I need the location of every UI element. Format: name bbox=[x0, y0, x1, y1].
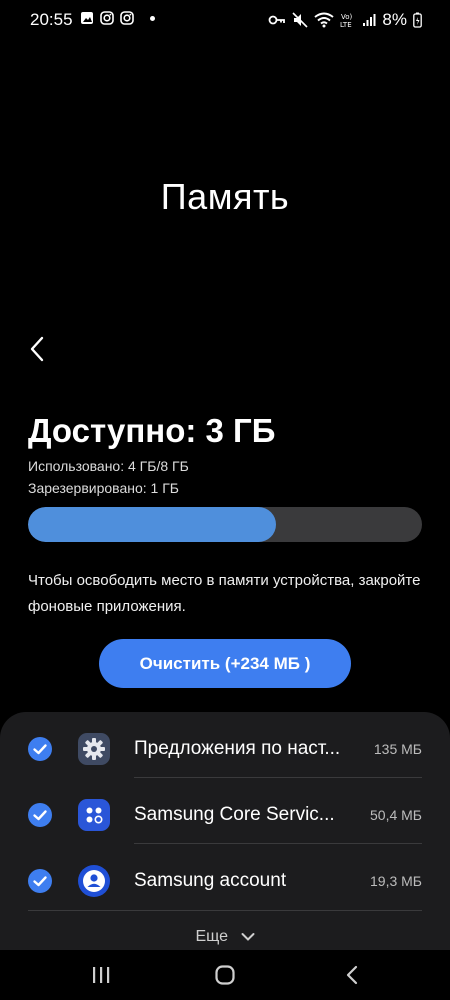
checkbox-checked[interactable] bbox=[28, 869, 52, 893]
battery-icon bbox=[413, 12, 422, 28]
checkbox-checked[interactable] bbox=[28, 803, 52, 827]
used-memory: Использовано: 4 ГБ/8 ГБ bbox=[28, 458, 189, 474]
divider bbox=[28, 910, 422, 911]
app-size: 135 МБ bbox=[373, 741, 422, 757]
system-nav-bar bbox=[0, 950, 450, 1000]
battery-percent: 8% bbox=[382, 10, 407, 29]
show-more-label: Еще bbox=[195, 928, 229, 945]
check-icon bbox=[33, 744, 47, 755]
back-button[interactable] bbox=[26, 334, 50, 364]
app-size: 50,4 МБ bbox=[370, 807, 422, 823]
memory-usage-fill bbox=[28, 507, 277, 542]
app-name: Samsung account bbox=[134, 870, 287, 891]
clean-memory-button[interactable]: Очистить (+234 МБ ) bbox=[99, 639, 351, 688]
recent-apps-icon bbox=[93, 967, 110, 983]
vpn-key-icon bbox=[269, 15, 286, 25]
page-title: Память bbox=[160, 176, 290, 217]
mute-icon bbox=[292, 12, 308, 28]
volte-icon: Vo)LTE bbox=[340, 13, 353, 29]
svg-text:Vo): Vo) bbox=[341, 13, 353, 21]
reserved-memory: Зарезервировано: 1 ГБ bbox=[28, 480, 179, 496]
check-icon bbox=[33, 810, 47, 821]
back-arrow-icon bbox=[346, 965, 358, 985]
status-time: 20:55 bbox=[30, 10, 73, 29]
samsung-account-icon bbox=[78, 865, 110, 897]
notification-dot bbox=[150, 15, 155, 21]
status-bar: 20:55 Vo) LTE 8% bbox=[0, 0, 450, 40]
list-item[interactable]: Samsung account 19,3 МБ bbox=[0, 848, 450, 914]
svg-text:LTE: LTE bbox=[340, 21, 352, 29]
chevron-left-icon bbox=[30, 336, 44, 362]
available-memory: Доступно: 3 ГБ bbox=[28, 412, 276, 449]
back-nav-button[interactable] bbox=[340, 962, 366, 988]
check-icon bbox=[33, 876, 47, 887]
divider bbox=[134, 843, 422, 844]
home-button[interactable] bbox=[212, 962, 238, 988]
instagram-icon bbox=[120, 11, 134, 25]
background-apps-panel: Предложения по наст... 135 МБ Samsung Co… bbox=[0, 712, 450, 950]
signal-icon bbox=[363, 14, 376, 26]
instagram-icon bbox=[100, 11, 114, 25]
divider bbox=[134, 777, 422, 778]
app-name: Предложения по наст... bbox=[134, 738, 341, 759]
app-size: 19,3 МБ bbox=[370, 873, 422, 889]
list-item[interactable]: Samsung Core Servic... 50,4 МБ bbox=[0, 782, 450, 848]
chevron-down-icon bbox=[241, 933, 254, 941]
gallery-icon bbox=[81, 12, 93, 24]
memory-hint: Чтобы освободить место в памяти устройст… bbox=[28, 572, 421, 615]
list-item[interactable]: Предложения по наст... 135 МБ bbox=[0, 716, 450, 782]
home-icon bbox=[215, 965, 235, 985]
wifi-icon bbox=[314, 12, 335, 28]
checkbox-checked[interactable] bbox=[28, 737, 52, 761]
recent-apps-button[interactable] bbox=[88, 962, 114, 988]
app-name: Samsung Core Servic... bbox=[134, 804, 335, 825]
settings-gear-icon bbox=[78, 733, 110, 765]
memory-usage-bar bbox=[28, 507, 422, 542]
samsung-core-services-icon bbox=[78, 799, 110, 831]
show-more-button[interactable]: Еще bbox=[0, 928, 450, 946]
